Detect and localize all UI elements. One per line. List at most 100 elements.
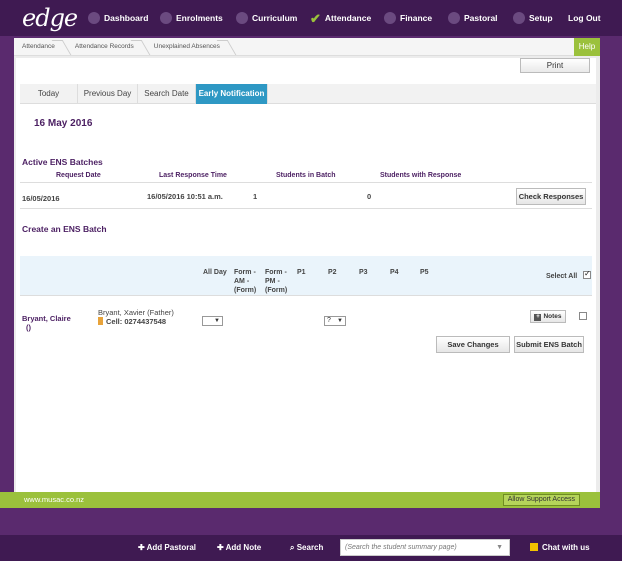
- tabs-bar: Today Previous Day Search Date Early Not…: [20, 84, 596, 104]
- add-note-label: Add Note: [225, 543, 262, 552]
- add-pastoral-button[interactable]: ✚ Add Pastoral: [138, 535, 196, 561]
- search-icon: ⌕: [290, 543, 297, 552]
- student-search-input[interactable]: (Search the student summary page) ▼: [340, 539, 510, 556]
- nav-logout[interactable]: Log Out: [568, 0, 601, 36]
- chevron-down-icon: ▼: [337, 318, 343, 324]
- tab-previous-day[interactable]: Previous Day: [78, 84, 138, 104]
- active-batches-title: Active ENS Batches: [22, 157, 103, 167]
- nav-setup[interactable]: Setup: [513, 0, 553, 36]
- checkmark-icon: ✔: [310, 10, 321, 26]
- nav-finance[interactable]: Finance: [384, 0, 432, 36]
- col-students-in-batch: Students in Batch: [276, 172, 336, 179]
- allow-support-access-button[interactable]: Allow Support Access: [502, 494, 580, 506]
- student-select-checkbox[interactable]: [579, 312, 587, 320]
- chevron-down-icon: ▼: [214, 318, 220, 324]
- top-nav: edge Dashboard Enrolments Curriculum ✔ At…: [0, 0, 622, 36]
- col-request-date: Request Date: [56, 172, 101, 179]
- col-form-pm-line: PM -: [265, 278, 280, 285]
- grid-header: All Day Form - AM - (Form) Form - PM - (Form…: [20, 256, 592, 296]
- nav-pastoral[interactable]: Pastoral: [448, 0, 498, 36]
- batch-response-count: 0: [367, 192, 372, 201]
- breadcrumb-attendance[interactable]: Attendance: [14, 38, 67, 56]
- tab-early-notification[interactable]: Early Notification: [196, 84, 268, 104]
- col-form-pm: Form - PM - (Form): [265, 268, 287, 295]
- nav-curriculum-label: Curriculum: [252, 13, 298, 23]
- chat-label: Chat with us: [542, 543, 590, 552]
- create-batch-title: Create an ENS Batch: [22, 224, 107, 234]
- col-form-am-line: Form -: [234, 269, 256, 276]
- breadcrumb-unexplained-absences[interactable]: Unexplained Absences: [146, 38, 232, 56]
- col-form-am-line: (Form): [234, 287, 257, 294]
- plus-icon: +: [534, 314, 542, 321]
- batch-last-response: 16/05/2016 10:51 a.m.: [147, 192, 223, 201]
- pastoral-icon: [448, 12, 460, 24]
- nav-logout-label: Log Out: [568, 13, 601, 23]
- col-students-with-response: Students with Response: [380, 172, 462, 179]
- check-responses-button[interactable]: Check Responses: [516, 188, 586, 205]
- batch-request-date: 16/05/2016: [22, 194, 60, 203]
- print-button[interactable]: Print: [520, 58, 590, 73]
- help-button[interactable]: Help: [574, 38, 600, 56]
- nav-finance-label: Finance: [400, 13, 433, 23]
- all-day-select[interactable]: ▼: [202, 316, 223, 326]
- contact-cell: Cell: 0274437548: [98, 317, 166, 326]
- nav-attendance[interactable]: ✔ Attendance: [310, 0, 371, 36]
- breadcrumb: Attendance Attendance Records Unexplaine…: [14, 38, 600, 56]
- notes-button[interactable]: + Notes: [530, 310, 566, 323]
- col-last-response: Last Response Time: [159, 172, 227, 179]
- enrolments-icon: [160, 12, 172, 24]
- add-note-button[interactable]: ✚ Add Note: [217, 535, 261, 561]
- contact-name: Bryant, Xavier (Father): [98, 308, 174, 317]
- contact-cell-number: Cell: 0274437548: [106, 317, 167, 326]
- student-sub: (): [26, 323, 31, 332]
- select-all-checkbox[interactable]: [583, 269, 591, 279]
- tab-search-date[interactable]: Search Date: [138, 84, 196, 104]
- gear-icon: [513, 12, 525, 24]
- nav-dashboard-label: Dashboard: [104, 13, 149, 23]
- submit-ens-batch-button[interactable]: Submit ENS Batch: [514, 336, 584, 353]
- col-form-am: Form - AM - (Form): [234, 268, 256, 295]
- nav-pastoral-label: Pastoral: [464, 13, 498, 23]
- edge-logo[interactable]: edge: [22, 4, 78, 32]
- breadcrumb-attendance-records[interactable]: Attendance Records: [67, 38, 146, 56]
- col-p3: P3: [359, 269, 368, 276]
- curriculum-icon: [236, 12, 248, 24]
- tab-today[interactable]: Today: [20, 84, 78, 104]
- footer-url[interactable]: www.musac.co.nz: [24, 495, 84, 504]
- main-content: Print Today Previous Day Search Date Ear…: [16, 58, 596, 498]
- col-form-am-line: AM -: [234, 278, 250, 285]
- plus-icon: ✚: [138, 543, 147, 552]
- page-panel: Attendance Attendance Records Unexplaine…: [14, 38, 600, 500]
- p2-select[interactable]: ? ▼: [324, 316, 346, 326]
- plus-icon: ✚: [217, 543, 226, 552]
- nav-curriculum[interactable]: Curriculum: [236, 0, 297, 36]
- nav-dashboard[interactable]: Dashboard: [88, 0, 148, 36]
- nav-attendance-label: Attendance: [324, 13, 372, 23]
- phone-icon: [98, 317, 103, 325]
- save-changes-button[interactable]: Save Changes: [436, 336, 510, 353]
- notes-button-label: Notes: [543, 313, 562, 320]
- divider: [20, 182, 592, 183]
- add-pastoral-label: Add Pastoral: [146, 543, 196, 552]
- divider: [20, 208, 592, 209]
- nav-setup-label: Setup: [529, 13, 553, 23]
- nav-enrolments[interactable]: Enrolments: [160, 0, 223, 36]
- chevron-down-icon: ▼: [496, 544, 503, 551]
- student-name[interactable]: Bryant, Claire: [22, 314, 71, 323]
- search-label: Search: [296, 543, 324, 552]
- col-form-pm-line: Form -: [265, 269, 287, 276]
- col-p5: P5: [420, 269, 429, 276]
- dashboard-icon: [88, 12, 100, 24]
- chat-button[interactable]: Chat with us: [530, 535, 590, 561]
- bottom-toolbar: ✚ Add Pastoral ✚ Add Note ⌕ Search (Sear…: [0, 535, 622, 561]
- search-placeholder: (Search the student summary page): [345, 544, 457, 551]
- footer-bar: www.musac.co.nz Allow Support Access: [0, 492, 600, 508]
- page-date: 16 May 2016: [34, 118, 93, 129]
- finance-icon: [384, 12, 396, 24]
- col-p1: P1: [297, 269, 306, 276]
- col-p4: P4: [390, 269, 399, 276]
- col-all-day: All Day: [203, 269, 227, 276]
- chat-icon: [530, 543, 538, 551]
- batch-student-count: 1: [253, 192, 258, 201]
- search-button[interactable]: ⌕ Search: [290, 535, 323, 561]
